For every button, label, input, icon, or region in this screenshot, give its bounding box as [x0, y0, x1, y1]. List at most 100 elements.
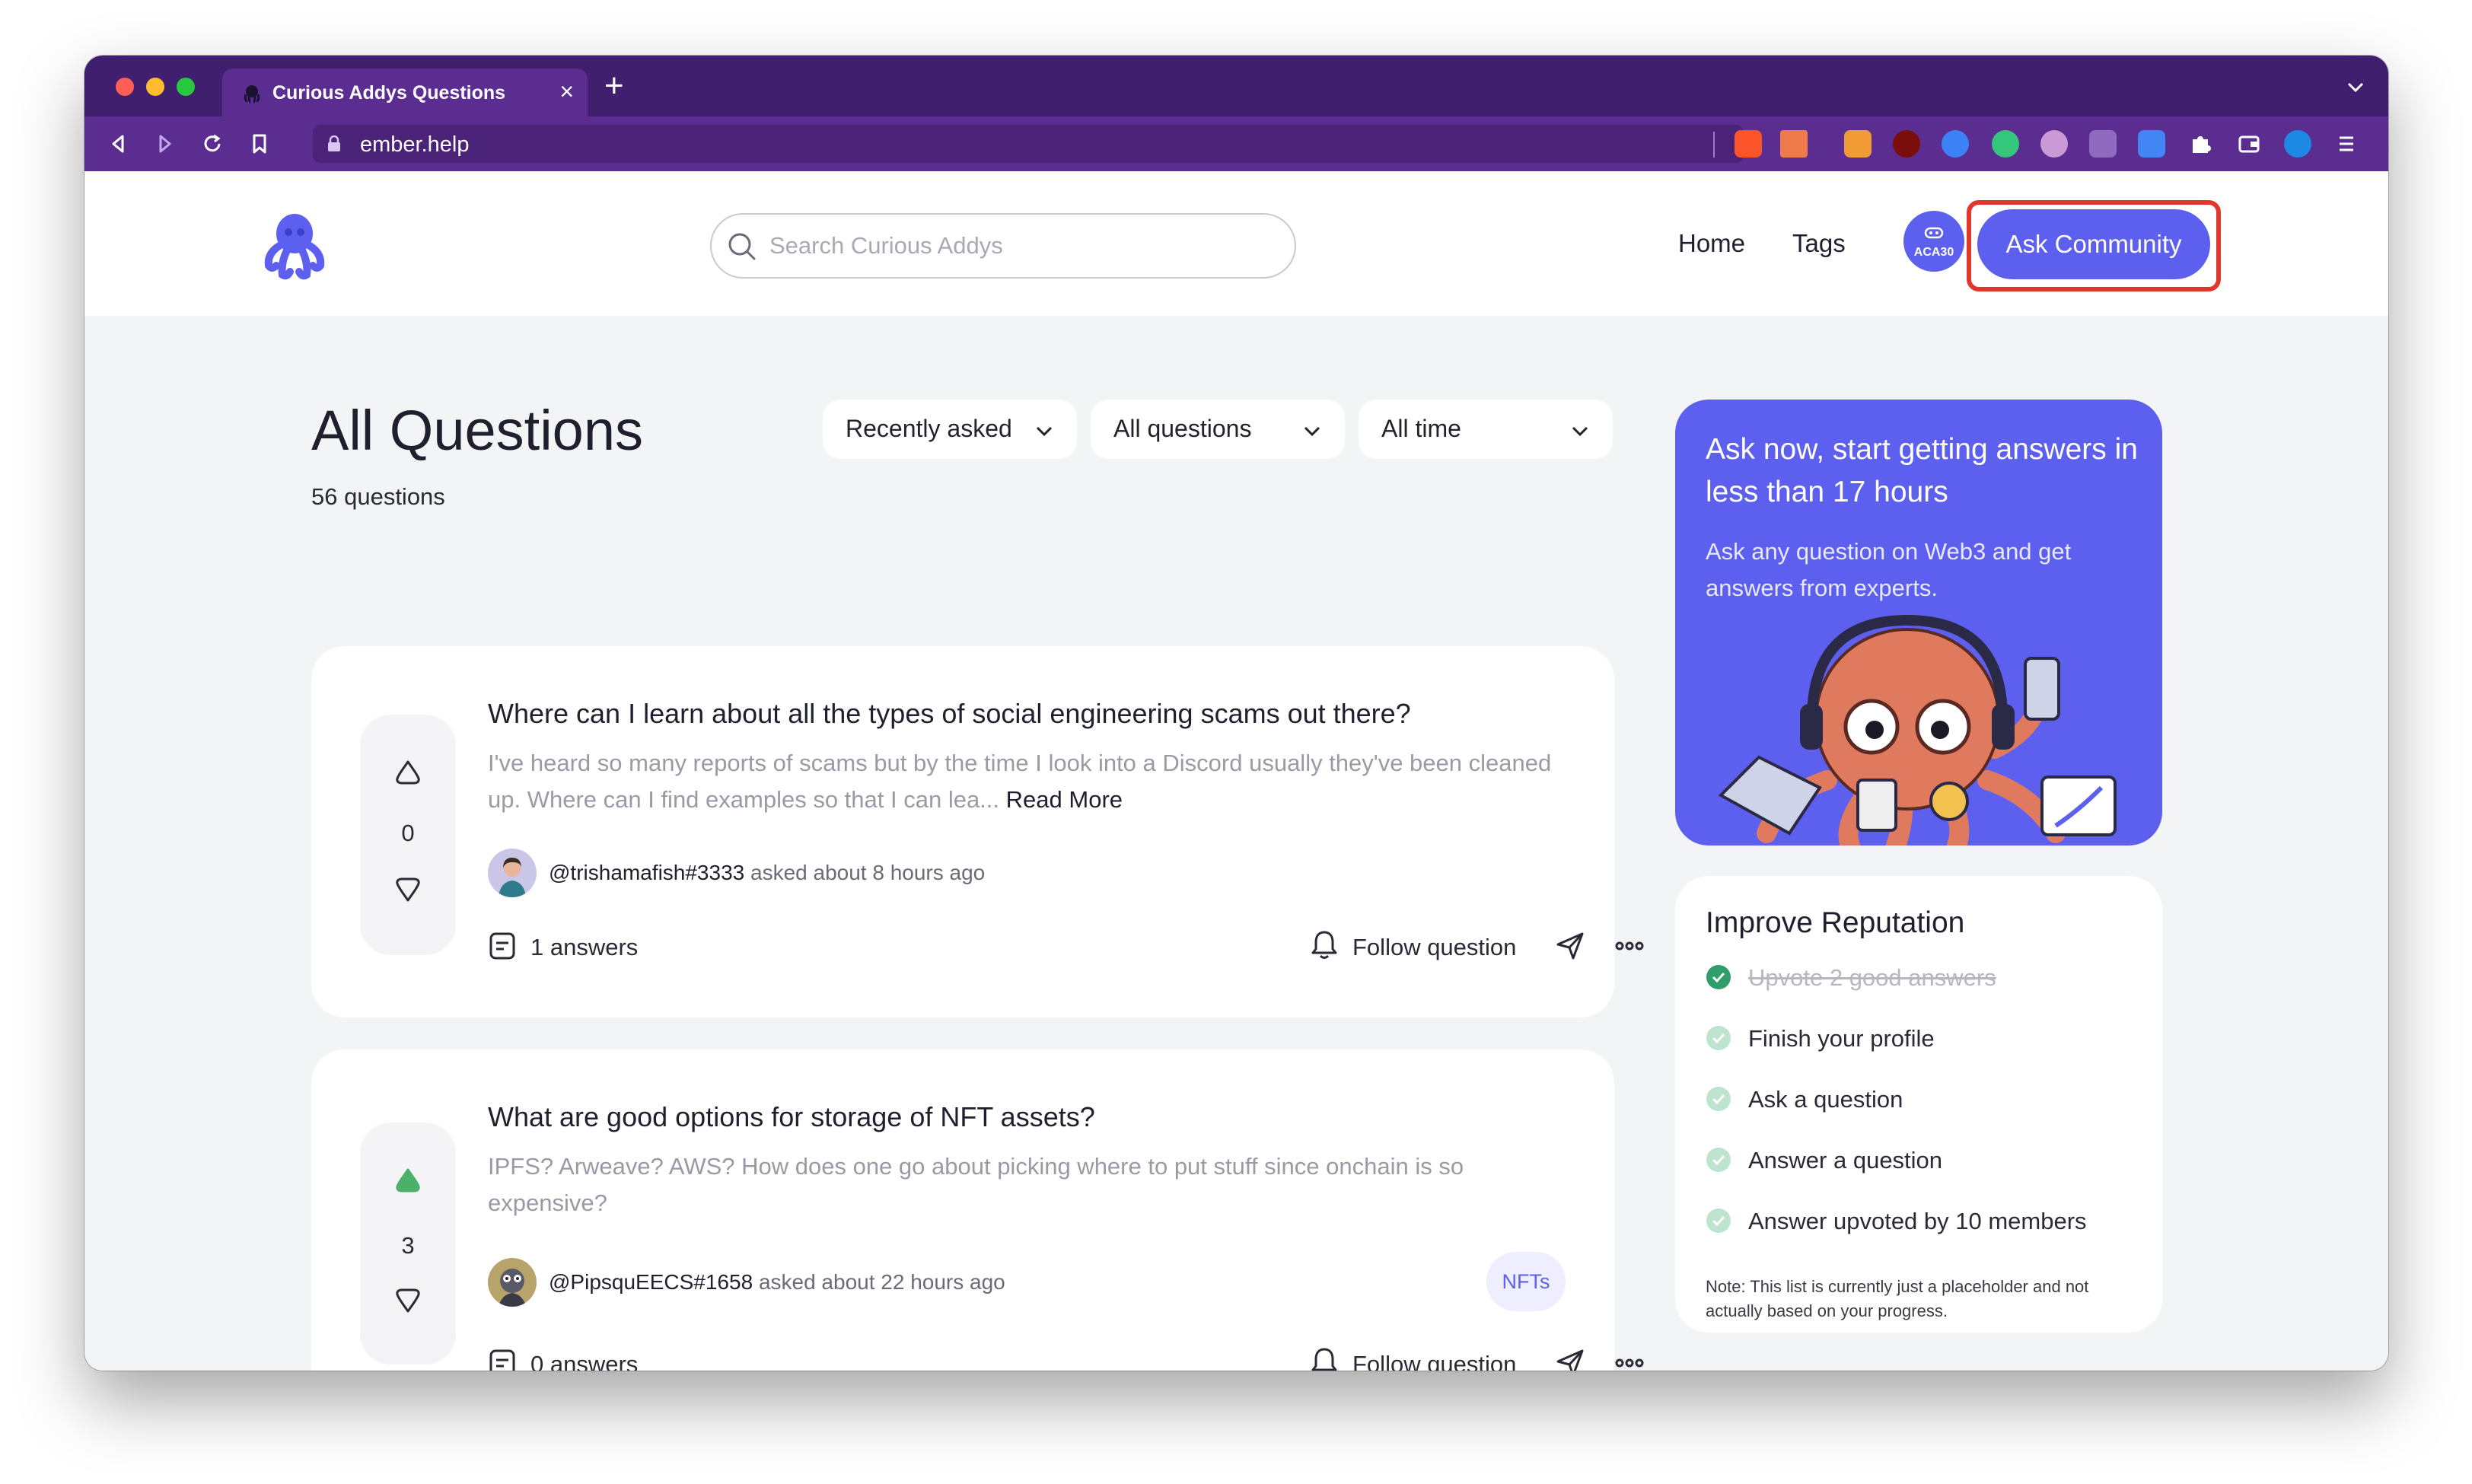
chevron-down-icon[interactable] — [2344, 75, 2367, 98]
asked-time: asked about 22 hours ago — [758, 1270, 1005, 1294]
octopus-logo-icon[interactable] — [258, 209, 331, 282]
bell-icon — [1311, 1348, 1337, 1371]
nav-home-link[interactable]: Home — [1678, 229, 1745, 258]
asked-time: asked about 8 hours ago — [750, 861, 986, 884]
question-count: 56 questions — [311, 483, 445, 510]
author-line: @PipsquEECS#1658 asked about 22 hours ag… — [549, 1270, 1005, 1295]
check-circle-icon — [1706, 1026, 1731, 1050]
ublock-icon[interactable] — [1893, 130, 1920, 158]
author-line: @trishamafish#3333 asked about 8 hours a… — [549, 861, 985, 885]
filter-label: All time — [1381, 415, 1461, 442]
search-input[interactable] — [769, 225, 1272, 266]
search-icon — [728, 233, 756, 260]
gamepad-icon — [1924, 227, 1944, 239]
bookmark-icon[interactable] — [247, 132, 272, 156]
question-card[interactable]: 0 Where can I learn about all the types … — [311, 646, 1644, 1017]
share-icon[interactable] — [1553, 1346, 1587, 1371]
translate-icon[interactable] — [2138, 130, 2165, 158]
question-type-filter-dropdown[interactable]: All questions — [1091, 400, 1345, 459]
chevron-down-icon — [1572, 426, 1588, 437]
profile-icon[interactable] — [2284, 130, 2311, 158]
author-handle[interactable]: @PipsquEECS#1658 — [549, 1270, 753, 1294]
tag-badge[interactable]: NFTs — [1486, 1252, 1566, 1311]
address-bar[interactable]: ember.help — [313, 125, 1744, 163]
avatar[interactable] — [488, 849, 537, 897]
sort-filter-dropdown[interactable]: Recently asked — [823, 400, 1077, 459]
upvote-icon[interactable] — [393, 757, 423, 788]
octopus-favicon-icon — [244, 85, 260, 103]
maximize-window-button[interactable] — [177, 78, 195, 96]
improve-reputation-card: Improve Reputation Upvote 2 good answers… — [1675, 876, 2162, 1333]
new-tab-button[interactable]: + — [604, 69, 624, 103]
toolbar-divider — [1713, 132, 1715, 158]
puzzle-icon[interactable] — [2187, 130, 2214, 158]
tab-title: Curious Addys Questions — [272, 82, 506, 103]
nav-tags-link[interactable]: Tags — [1792, 229, 1846, 258]
avatar[interactable] — [488, 1258, 537, 1307]
answers-label: 0 answers — [530, 1351, 639, 1371]
more-options-icon[interactable] — [1613, 929, 1646, 963]
check-circle-icon — [1706, 1209, 1731, 1233]
reputation-title: Improve Reputation — [1706, 906, 1965, 939]
chevron-down-icon — [1304, 426, 1320, 437]
vote-widget: 3 — [360, 1123, 456, 1365]
extension-green-icon[interactable] — [1992, 130, 2019, 158]
author-handle[interactable]: @trishamafish#3333 — [549, 861, 744, 884]
page-title: All Questions — [311, 399, 643, 462]
lock-icon — [328, 135, 340, 151]
answers-label: 1 answers — [530, 934, 639, 960]
reputation-task-label: Finish your profile — [1748, 1025, 1935, 1052]
menu-icon[interactable] — [2333, 130, 2360, 158]
chevron-down-icon — [1036, 426, 1053, 437]
tab-close-icon[interactable]: × — [559, 79, 574, 103]
bell-icon — [1311, 931, 1337, 959]
answers-icon — [489, 1349, 515, 1371]
vote-count: 3 — [401, 1232, 415, 1259]
brave-rewards-icon[interactable] — [1780, 130, 1808, 158]
promo-subtitle: Ask any question on Web3 and get answers… — [1706, 538, 2072, 601]
url-text: ember.help — [360, 132, 470, 157]
site-header: Home Tags ACA30 Ask Community — [84, 171, 2388, 316]
main-content: All Questions 56 questions Recently aske… — [84, 316, 2388, 1371]
reputation-task-label: Upvote 2 good answers — [1748, 964, 1996, 991]
share-icon[interactable] — [1553, 929, 1587, 963]
extension-bars-icon[interactable] — [2089, 130, 2117, 158]
avatar-label: ACA30 — [1913, 246, 1954, 259]
question-body-text: IPFS? Arweave? AWS? How does one go abou… — [488, 1153, 1464, 1216]
brave-shields-icon[interactable] — [1735, 130, 1762, 158]
read-more-link[interactable]: Read More — [1006, 786, 1123, 813]
promo-title: Ask now, start getting answers in less t… — [1706, 433, 2138, 508]
forward-icon[interactable] — [153, 132, 177, 156]
reputation-note: Note: This list is currently just a plac… — [1706, 1277, 2089, 1320]
search-bar[interactable] — [710, 213, 1296, 279]
filter-label: Recently asked — [846, 415, 1012, 442]
upvote-icon[interactable] — [393, 1165, 423, 1196]
time-filter-dropdown[interactable]: All time — [1359, 400, 1613, 459]
wallet-icon[interactable] — [2235, 130, 2263, 158]
vote-widget: 0 — [360, 715, 456, 955]
ask-community-button[interactable]: Ask Community — [1977, 209, 2210, 279]
downvote-icon[interactable] — [393, 1285, 423, 1316]
question-excerpt: IPFS? Arweave? AWS? How does one go abou… — [488, 1148, 1569, 1221]
back-icon[interactable] — [106, 132, 130, 156]
browser-window: Curious Addys Questions × + ember.help S… — [84, 56, 2388, 1371]
question-title[interactable]: What are good options for storage of NFT… — [488, 1101, 1095, 1133]
more-options-icon[interactable] — [1613, 1346, 1646, 1371]
browser-tab-active[interactable]: Curious Addys Questions × — [222, 68, 588, 116]
reputation-task-label: Answer a question — [1748, 1147, 1943, 1174]
extension-c-icon[interactable] — [1942, 130, 1969, 158]
reload-icon[interactable] — [200, 132, 225, 156]
metamask-icon[interactable] — [1844, 130, 1872, 158]
browser-tab-bar: Curious Addys Questions × + — [84, 56, 2388, 116]
extension-owl-icon[interactable] — [2040, 130, 2068, 158]
follow-label: Follow question — [1352, 934, 1517, 960]
downvote-icon[interactable] — [393, 874, 423, 905]
question-card[interactable]: 3 What are good options for storage of N… — [311, 1049, 1644, 1371]
minimize-window-button[interactable] — [146, 78, 164, 96]
question-title[interactable]: Where can I learn about all the types of… — [488, 698, 1411, 730]
user-avatar[interactable]: ACA30 — [1903, 211, 1964, 272]
reputation-task-label: Ask a question — [1748, 1086, 1903, 1113]
close-window-button[interactable] — [116, 78, 134, 96]
follow-label: Follow question — [1352, 1351, 1517, 1371]
check-circle-icon — [1706, 1148, 1731, 1172]
